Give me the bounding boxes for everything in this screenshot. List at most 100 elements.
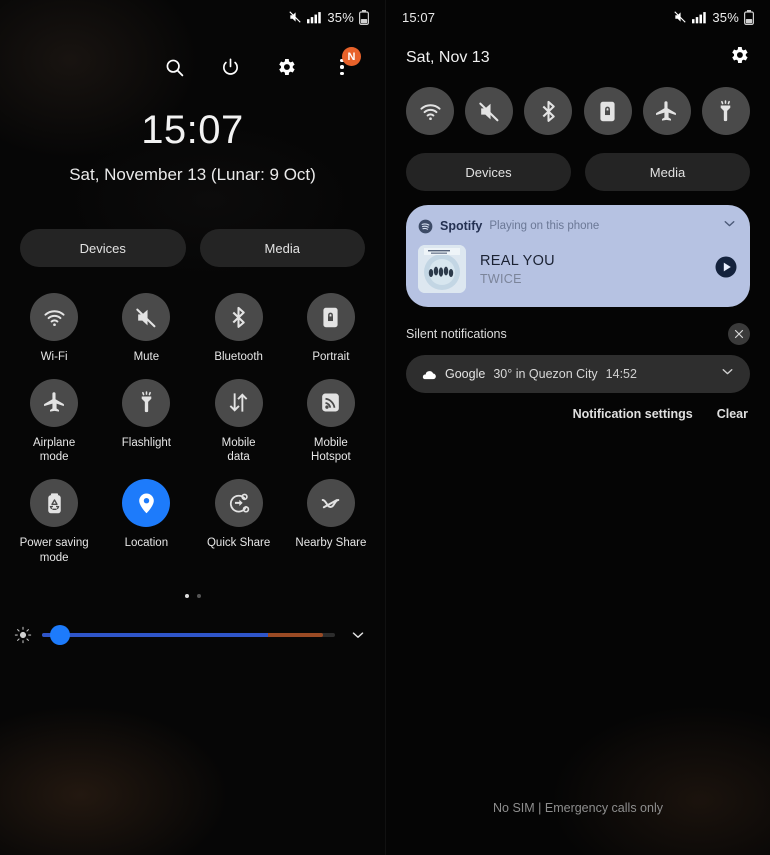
battery-icon xyxy=(744,9,755,25)
header-date: Sat, Nov 13 xyxy=(406,48,490,66)
screen-rotation-lock-icon xyxy=(318,305,343,330)
slider-track-filled xyxy=(42,632,268,637)
media-card-body: REAL YOU TWICE xyxy=(418,245,738,293)
toggle-label: Quick Share xyxy=(206,537,271,550)
toggle-nearby-share[interactable]: Nearby Share xyxy=(285,479,377,565)
battery-percent-label: 35% xyxy=(712,9,739,25)
toggle-circle xyxy=(122,293,171,341)
mobile-data-icon xyxy=(226,390,251,415)
expand-notification-button[interactable] xyxy=(719,363,736,385)
toggle-bluetooth[interactable]: Bluetooth xyxy=(193,293,285,365)
notification-app-name: Google xyxy=(445,367,486,381)
quick-settings-screenshot: 35% N 15:07 Sat, November 13 (Lunar: 9 O… xyxy=(0,0,770,855)
settings-button[interactable] xyxy=(728,44,750,71)
brightness-row xyxy=(0,622,385,648)
toggle-mobile-data[interactable]: Mobile data xyxy=(193,378,285,465)
clock-time: 15:07 xyxy=(141,108,244,152)
notification-settings-button[interactable]: Notification settings xyxy=(573,407,693,421)
toggle-airplane-mode[interactable] xyxy=(642,87,691,135)
battery-percent-label: 35% xyxy=(327,9,354,25)
toggle-label: Mobile data xyxy=(221,436,256,464)
chevron-down-icon xyxy=(721,215,738,232)
toggle-flashlight[interactable]: Flashlight xyxy=(100,378,192,465)
toggle-wifi[interactable] xyxy=(406,87,454,135)
devices-button[interactable]: Devices xyxy=(20,229,186,267)
toggle-wifi[interactable]: Wi-Fi xyxy=(8,293,100,365)
clock-date: Sat, November 13 (Lunar: 9 Oct) xyxy=(69,165,316,184)
media-button[interactable]: Media xyxy=(585,153,750,191)
play-button[interactable] xyxy=(714,255,738,284)
left-pill-row: Devices Media xyxy=(0,229,385,267)
bluetooth-icon xyxy=(226,305,251,330)
carrier-status-label: No SIM | Emergency calls only xyxy=(493,801,663,815)
page-indicator xyxy=(0,593,385,598)
brightness-slider[interactable] xyxy=(42,624,335,646)
toggle-portrait[interactable]: Portrait xyxy=(285,293,377,365)
close-icon xyxy=(733,328,745,340)
toggle-label: Airplane mode xyxy=(33,436,76,464)
toggle-mobile-hotspot[interactable]: Mobile Hotspot xyxy=(285,378,377,465)
brightness-icon xyxy=(14,626,32,644)
album-art xyxy=(418,245,466,293)
silent-notifications-label: Silent notifications xyxy=(406,327,507,341)
slider-track-warm xyxy=(267,632,324,637)
mute-icon xyxy=(134,305,159,330)
left-quick-panel: 35% N 15:07 Sat, November 13 (Lunar: 9 O… xyxy=(0,0,385,855)
toggle-mute[interactable]: Mute xyxy=(100,293,192,365)
gear-icon xyxy=(728,44,750,66)
wifi-icon xyxy=(418,99,443,124)
quick-share-icon xyxy=(226,491,251,516)
toggle-circle xyxy=(214,293,263,341)
status-icons-group: 35% xyxy=(673,9,755,25)
toggle-circle xyxy=(306,293,355,341)
toggle-circle xyxy=(306,378,355,427)
right-header: Sat, Nov 13 xyxy=(386,34,770,71)
notification-item-google-weather[interactable]: Google 30° in Quezon City 14:52 xyxy=(406,355,750,393)
devices-button[interactable]: Devices xyxy=(406,153,571,191)
toggle-label: Flashlight xyxy=(121,436,171,449)
toggle-bluetooth[interactable] xyxy=(524,87,573,135)
toggle-circle xyxy=(30,378,79,427)
notification-actions: Notification settings Clear xyxy=(386,407,770,421)
toggle-airplane-mode[interactable]: Airplane mode xyxy=(8,378,100,465)
slider-thumb[interactable] xyxy=(49,624,70,645)
airplane-icon xyxy=(654,99,679,124)
expand-brightness-button[interactable] xyxy=(345,622,371,648)
media-track-title: REAL YOU xyxy=(480,252,555,269)
toggle-circle xyxy=(214,479,263,528)
media-player-card[interactable]: Spotify Playing on this phone REAL YOU T… xyxy=(406,205,750,307)
search-button[interactable] xyxy=(159,52,189,82)
dismiss-section-button[interactable] xyxy=(728,323,750,345)
toggle-power-saving-mode[interactable]: Power saving mode xyxy=(8,479,100,565)
toggle-flashlight[interactable] xyxy=(701,87,750,135)
clear-notifications-button[interactable]: Clear xyxy=(717,407,748,421)
gear-icon xyxy=(275,56,297,78)
media-button[interactable]: Media xyxy=(199,229,365,267)
toggle-label: Mobile Hotspot xyxy=(311,436,351,464)
weather-cloud-icon xyxy=(420,366,437,383)
status-icons-group: 35% xyxy=(288,9,370,25)
nearby-share-icon xyxy=(318,491,343,516)
toggle-portrait[interactable] xyxy=(583,87,632,135)
spotify-icon xyxy=(418,219,433,234)
toggle-circle xyxy=(306,479,355,528)
bluetooth-icon xyxy=(536,99,561,124)
overflow-menu-button[interactable]: N xyxy=(327,47,361,82)
toggle-circle-active xyxy=(122,479,171,528)
toggle-circle xyxy=(30,479,79,528)
expand-media-button[interactable] xyxy=(721,215,738,237)
left-status-bar: 35% xyxy=(0,0,385,34)
toggle-mute[interactable] xyxy=(465,87,514,135)
mute-icon xyxy=(673,10,687,24)
toggle-quick-share[interactable]: Quick Share xyxy=(193,479,285,565)
flashlight-icon xyxy=(134,390,159,415)
toggle-circle xyxy=(30,293,79,341)
battery-icon xyxy=(359,9,370,25)
power-icon xyxy=(220,57,241,78)
settings-button[interactable] xyxy=(271,52,301,82)
silent-notifications-header: Silent notifications xyxy=(386,323,770,345)
toggle-location[interactable]: Location xyxy=(100,479,192,565)
quick-toggle-grid: Wi-Fi Mute Bluetooth Portrait Airplane m… xyxy=(0,293,385,566)
power-button[interactable] xyxy=(215,52,245,82)
decorative-glow xyxy=(550,705,770,855)
